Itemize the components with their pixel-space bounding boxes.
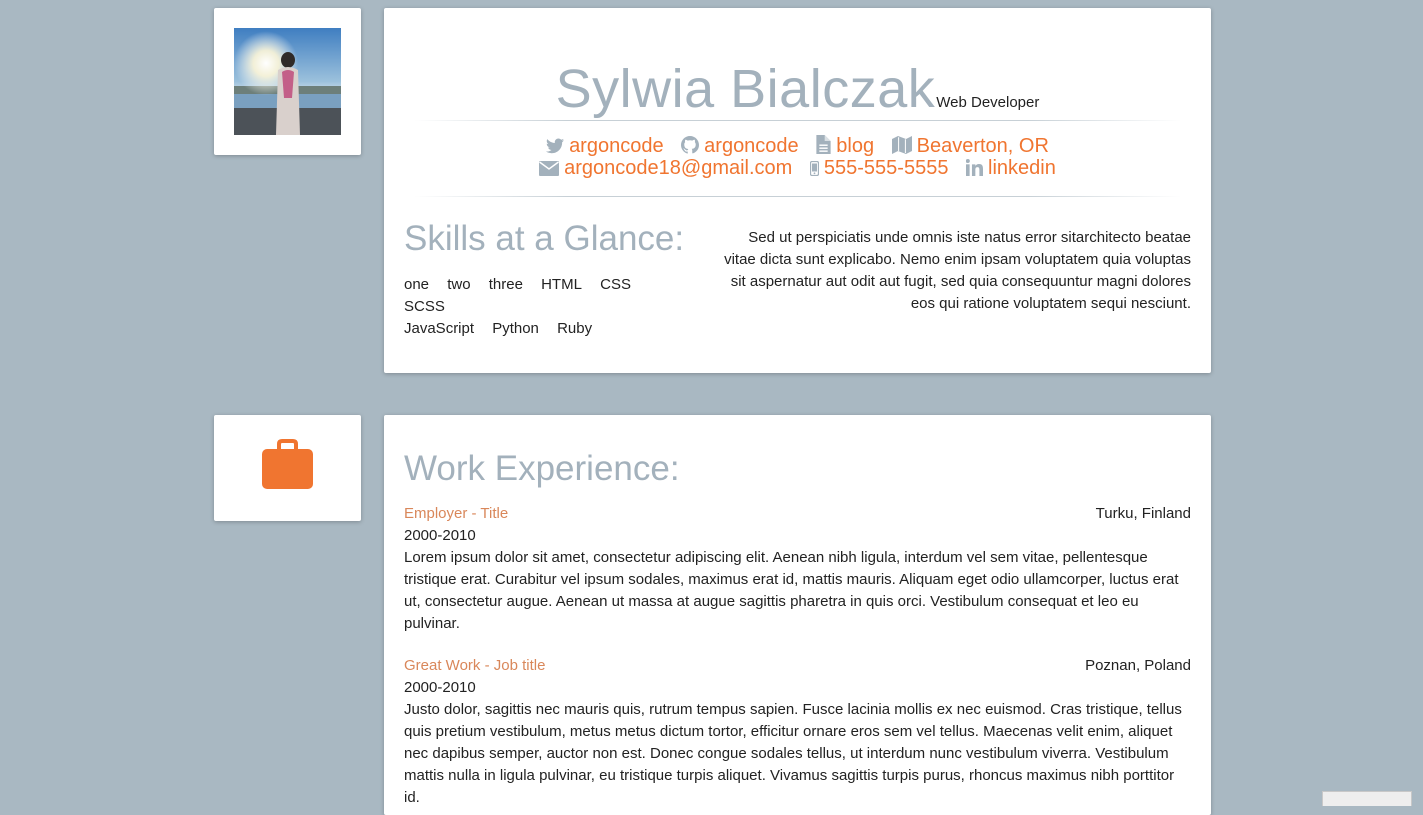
summary-text: Sed ut perspiciatis unde omnis iste natu…	[724, 229, 1191, 312]
contact-blog[interactable]: blog	[816, 135, 874, 158]
skills-list: one two three HTML CSS SCSS JavaScript P…	[404, 274, 694, 340]
job-dates: 2000-2010	[404, 527, 476, 544]
envelope-icon	[539, 157, 564, 180]
profile-photo-card	[214, 8, 361, 155]
contact-twitter[interactable]: argoncode	[546, 135, 664, 158]
header-card: Sylwia BialczakWeb Developer argoncode a…	[384, 8, 1211, 373]
contact-github-label: argoncode	[704, 135, 799, 157]
briefcase-icon	[262, 439, 313, 494]
skill-tag: JavaScript	[404, 320, 475, 337]
contact-phone-label: 555-555-5555	[823, 157, 949, 179]
contact-phone[interactable]: 555-555-5555	[809, 157, 949, 180]
job-entry: Employer - Title Turku, Finland 2000-201…	[404, 503, 1191, 635]
corner-tab[interactable]	[1322, 791, 1412, 806]
job-location: Poznan, Poland	[1085, 657, 1191, 674]
linkedin-icon	[965, 157, 988, 180]
contact-linkedin[interactable]: linkedin	[965, 157, 1056, 180]
skill-tag: HTML	[541, 276, 582, 293]
skill-tag: Python	[492, 320, 539, 337]
profile-photo	[234, 28, 341, 135]
twitter-icon	[546, 135, 569, 158]
contacts-row-1: argoncode argoncode blog Beaverton, OR	[384, 135, 1211, 158]
contacts-row-2: argoncode18@gmail.com 555-555-5555 linke…	[384, 157, 1211, 180]
contact-blog-label: blog	[836, 135, 875, 157]
work-experience-card: Work Experience: Employer - Title Turku,…	[384, 415, 1211, 815]
divider	[414, 196, 1181, 197]
skill-tag: Ruby	[557, 320, 593, 337]
document-icon	[816, 135, 836, 158]
profile-role: Web Developer	[936, 94, 1040, 111]
contact-linkedin-label: linkedin	[988, 157, 1056, 179]
job-title: Employer - Title	[404, 505, 509, 522]
job-entry: Great Work - Job title Poznan, Poland 20…	[404, 655, 1191, 809]
skills-heading: Skills at a Glance:	[404, 219, 685, 258]
name-row: Sylwia BialczakWeb Developer	[384, 58, 1211, 122]
map-icon	[891, 135, 917, 158]
job-location: Turku, Finland	[1095, 505, 1191, 522]
github-icon	[681, 135, 704, 158]
profile-name: Sylwia Bialczak	[555, 59, 936, 119]
contact-location[interactable]: Beaverton, OR	[891, 135, 1049, 158]
skill-tag: three	[488, 276, 523, 293]
skill-tag: one	[404, 276, 430, 293]
contact-github[interactable]: argoncode	[681, 135, 799, 158]
skill-tag: SCSS	[404, 298, 445, 315]
job-description: Lorem ipsum dolor sit amet, consectetur …	[404, 549, 1179, 632]
contact-location-label: Beaverton, OR	[916, 135, 1049, 157]
contact-twitter-label: argoncode	[569, 135, 664, 157]
job-description: Justo dolor, sagittis nec mauris quis, r…	[404, 701, 1182, 806]
work-heading: Work Experience:	[404, 449, 680, 488]
contact-email-label: argoncode18@gmail.com	[564, 157, 793, 179]
job-dates: 2000-2010	[404, 679, 476, 696]
skill-tag: two	[447, 276, 471, 293]
contact-email[interactable]: argoncode18@gmail.com	[539, 157, 792, 180]
divider	[414, 120, 1181, 121]
work-icon-card	[214, 415, 361, 521]
job-title: Great Work - Job title	[404, 657, 546, 674]
skill-tag: CSS	[600, 276, 631, 293]
mobile-icon	[809, 157, 824, 180]
